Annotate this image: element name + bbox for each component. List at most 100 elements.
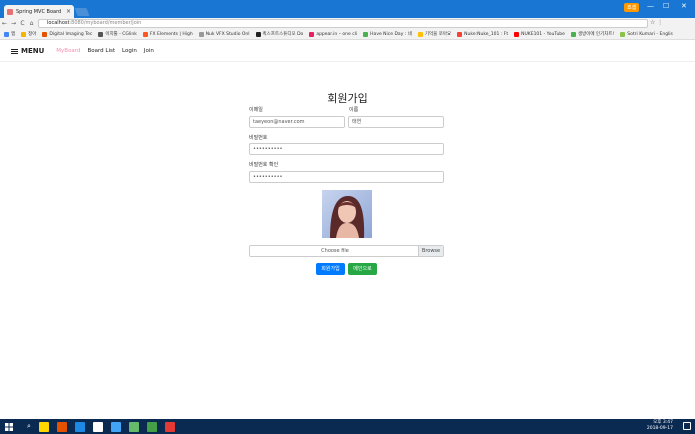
bookmark-label: 기억을 쪼아요 [424,32,452,37]
back-arrow-icon[interactable]: ← [0,20,9,27]
taskbar-app-icon[interactable] [56,421,67,432]
bookmark-label: FX Elements | High [149,31,193,37]
email-field[interactable]: taeyeon@naver.com [249,116,345,128]
bookmark-label: Nuke:Nuke_101 : Ft [464,31,509,37]
nav-link-login[interactable]: Login [122,48,137,54]
bookmark-favicon-icon [309,31,315,37]
clock-date: 2018-09-17 [646,426,673,431]
taskbar-app-icon[interactable] [164,421,175,432]
bookmark-item[interactable]: 이지툴 - CGlink [98,31,137,37]
bookmark-favicon-icon [98,31,104,37]
windows-taskbar: ⌕ [0,419,695,434]
password-field[interactable]: •••••••••• [249,143,444,155]
taskbar-app-icon[interactable] [38,421,49,432]
bookmark-item[interactable]: Nuke:Nuke_101 : Ft [457,31,509,37]
bookmark-favicon-icon [570,31,576,37]
password-confirm-field[interactable]: •••••••••• [249,171,444,183]
bookmark-item[interactable]: 정아 [21,31,36,37]
taskbar-app-icon[interactable] [146,421,157,432]
email-label: 이메일 [249,107,263,113]
profile-badge[interactable]: 죠셉 [624,3,640,12]
minimize-button[interactable]: — [647,2,654,10]
nav-link-join[interactable]: Join [144,48,154,54]
bookmark-item[interactable]: 기억을 쪼아요 [417,31,452,37]
password-label: 비밀번호 [249,135,268,141]
close-window-button[interactable]: ✕ [681,2,687,10]
file-name-placeholder: Choose file [321,248,349,254]
bookmark-favicon-icon [620,31,626,37]
bookmark-item[interactable]: 앱 [4,31,15,37]
bookmarks-bar: 앱 정아 Digital Imaging Tec 이지툴 - CGlink FX Ele… [0,29,695,40]
bookmark-label: 퀵스프트스튜디오 Do [262,32,304,37]
bookmark-favicon-icon [142,31,148,37]
url-bar[interactable]: localhost:8080/myboard/member/join [38,19,648,28]
profile-photo-image [322,190,372,238]
go-main-button[interactable]: 메인으로 [348,263,377,275]
bookmark-item[interactable]: Sotri Kumari - Englis [620,31,673,37]
bookmark-item[interactable]: Nuk VFX Studio Onl [198,31,250,37]
taskbar-app-icon[interactable] [92,421,103,432]
bookmark-label: Nuk VFX Studio Onl [205,31,250,37]
tab-title: Spring MVC Board [16,8,62,15]
page-title: 회원가입 [327,92,368,105]
tab-favicon-icon [7,8,13,15]
bookmark-item[interactable]: 퀵스프트스튜디오 Do [255,31,304,37]
bookmark-label: NUKE101 - YouTube [521,31,565,37]
name-field[interactable]: 태연 [348,116,444,128]
bookmark-favicon-icon [4,31,9,37]
bookmark-favicon-icon [198,31,204,37]
menu-brand[interactable]: MENU [11,47,44,55]
bookmark-favicon-icon [363,31,369,37]
bookmark-label: appear.in – one cli [316,31,358,37]
new-tab-button[interactable] [74,8,90,16]
bookmark-label: Have Nice Day : 네 [370,32,412,37]
signup-submit-button[interactable]: 회원가입 [316,263,345,275]
bookmark-item[interactable]: 생방이에 인기차트! [570,31,615,37]
bookmark-item[interactable]: FX Elements | High [142,31,193,37]
browser-tab[interactable]: Spring MVC Board × [4,5,74,18]
bookmark-favicon-icon [417,31,423,37]
url-host: localhost [47,20,70,26]
brand-label: MENU [21,47,45,55]
bookmark-item[interactable]: appear.in – one cli [309,31,358,37]
bookmark-star-icon[interactable]: ☆ ⋮ [650,19,663,26]
file-upload-input[interactable]: Choose file Browse [249,245,444,257]
profile-photo-preview [322,190,372,238]
nav-link-board-list[interactable]: Board List [87,48,115,54]
bookmark-favicon-icon [514,31,520,37]
nav-link-myboard[interactable]: MyBoard [56,48,80,54]
bookmark-item[interactable]: Digital Imaging Tec [42,31,93,37]
password-confirm-label: 비밀번호 확인 [249,162,279,168]
home-icon[interactable]: ⌂ [27,20,36,27]
bookmark-label: 생방이에 인기차트! [577,32,615,37]
taskbar-app-icon[interactable] [110,421,121,432]
maximize-button[interactable]: ☐ [663,2,669,10]
url-path: :8080/myboard/member/join [69,20,142,26]
reload-icon[interactable]: C [18,20,27,27]
name-label: 이름 [349,107,359,113]
bookmark-label: 앱 [11,32,16,37]
taskbar-app-icon[interactable] [74,421,85,432]
browser-tab-strip: Spring MVC Board × 죠셉 — ☐ ✕ [0,0,695,18]
bookmark-label: 정아 [28,32,37,37]
bookmark-label: Sotri Kumari - Englis [627,31,673,37]
taskbar-app-icon[interactable] [128,421,139,432]
forward-arrow-icon[interactable]: → [9,20,18,27]
bookmark-label: 이지툴 - CGlink [105,32,137,37]
bookmark-item[interactable]: Have Nice Day : 네 [363,31,412,37]
tab-close-icon[interactable]: × [66,8,71,15]
screen: Spring MVC Board × 죠셉 — ☐ ✕ ← → C ⌂ loca… [0,0,695,434]
site-navbar: MENU MyBoard Board List Login Join [0,41,695,62]
system-clock[interactable]: 오후 3:47 2018-09-17 [647,420,673,432]
bookmark-favicon-icon [21,31,27,37]
bookmark-favicon-icon [42,31,48,37]
search-icon[interactable]: ⌕ [27,422,31,431]
browse-button[interactable]: Browse [418,246,443,256]
bookmark-favicon-icon [255,31,261,37]
notification-center-icon[interactable] [683,422,691,430]
bookmark-item[interactable]: NUKE101 - YouTube [514,31,565,37]
bookmark-favicon-icon [457,31,463,37]
bookmark-label: Digital Imaging Tec [49,31,93,37]
windows-start-icon[interactable] [5,422,13,431]
hamburger-menu-icon[interactable] [11,48,18,54]
